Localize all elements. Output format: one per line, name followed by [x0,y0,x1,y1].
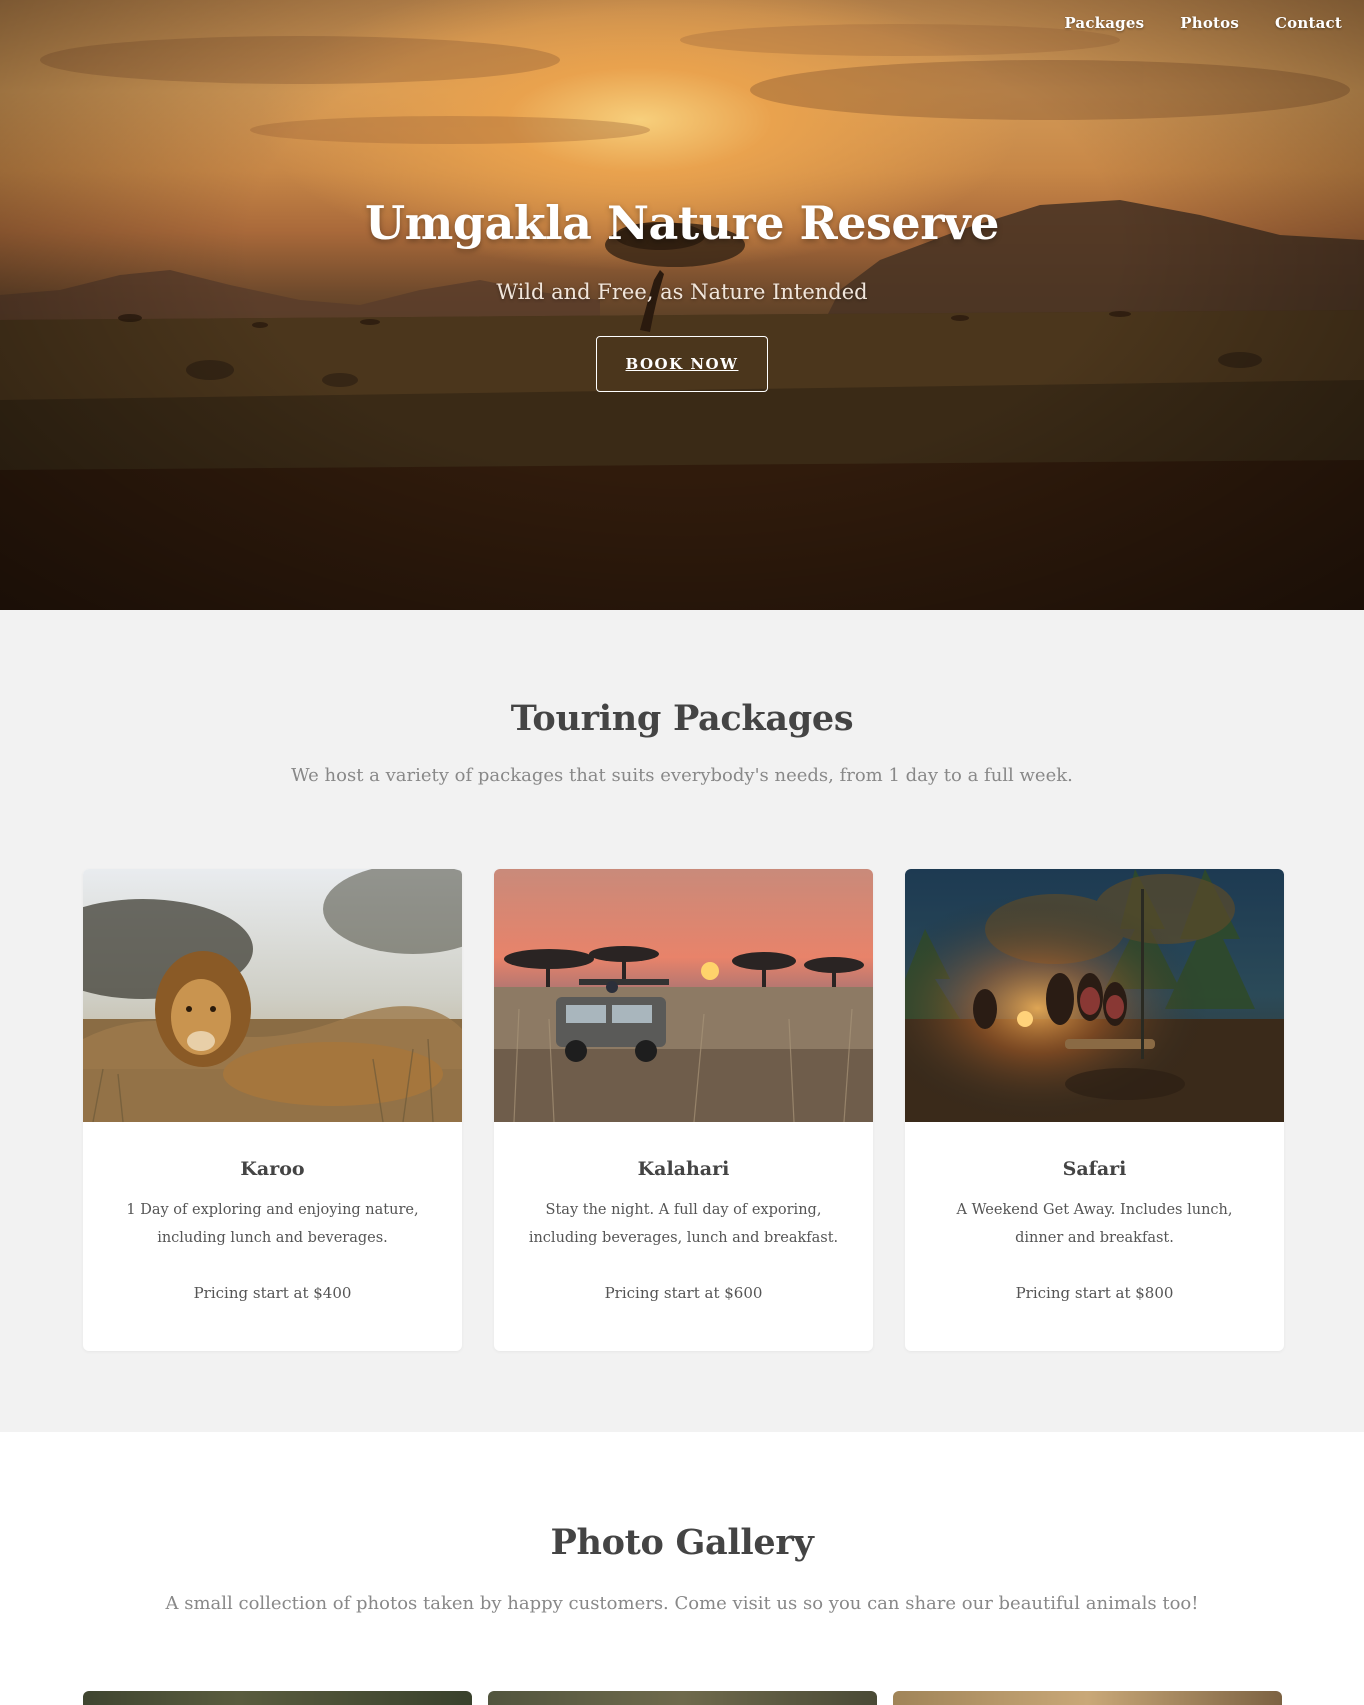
nav-link-contact[interactable]: Contact [1275,14,1342,32]
safari-jeep-photo [494,869,873,1122]
hero-banner: Packages Photos Contact Umgakla Nature R… [0,0,1364,610]
top-nav: Packages Photos Contact [1064,14,1342,32]
card-price: Pricing start at $600 [604,1284,763,1302]
card-title: Karoo [240,1158,305,1180]
nav-link-packages[interactable]: Packages [1064,14,1144,32]
packages-subtitle: We host a variety of packages that suits… [291,765,1073,786]
gallery-thumbnails [83,1691,1282,1705]
card-title: Kalahari [637,1158,730,1180]
gallery-photo[interactable] [893,1691,1282,1705]
hero-title: Umgakla Nature Reserve [365,196,999,250]
gallery-title: Photo Gallery [550,1522,814,1563]
card-price: Pricing start at $800 [1015,1284,1174,1302]
gallery-photo[interactable] [83,1691,472,1705]
gallery-subtitle: A small collection of photos taken by ha… [165,1593,1199,1614]
lion-photo [83,869,462,1122]
book-now-button[interactable]: BOOK NOW [596,336,768,392]
card-description: Stay the night. A full day of exporing, … [528,1202,839,1246]
card-description: A Weekend Get Away. Includes lunch, dinn… [956,1202,1233,1246]
campfire-photo [905,869,1284,1122]
package-card-kalahari[interactable]: Kalahari Stay the night. A full day of e… [494,869,873,1351]
gallery-section: Photo Gallery A small collection of phot… [0,1432,1364,1705]
package-cards: Karoo 1 Day of exploring and enjoying na… [83,869,1284,1351]
hero-content: Umgakla Nature Reserve Wild and Free, as… [0,196,1364,392]
card-price: Pricing start at $400 [193,1284,352,1302]
hero-subtitle: Wild and Free, as Nature Intended [496,280,868,304]
nav-link-photos[interactable]: Photos [1180,14,1239,32]
package-card-karoo[interactable]: Karoo 1 Day of exploring and enjoying na… [83,869,462,1351]
packages-section: Touring Packages We host a variety of pa… [0,610,1364,1432]
packages-title: Touring Packages [510,698,854,739]
gallery-photo[interactable] [488,1691,877,1705]
card-description: 1 Day of exploring and enjoying nature, … [126,1202,419,1246]
package-card-safari[interactable]: Safari A Weekend Get Away. Includes lunc… [905,869,1284,1351]
card-title: Safari [1062,1158,1127,1180]
